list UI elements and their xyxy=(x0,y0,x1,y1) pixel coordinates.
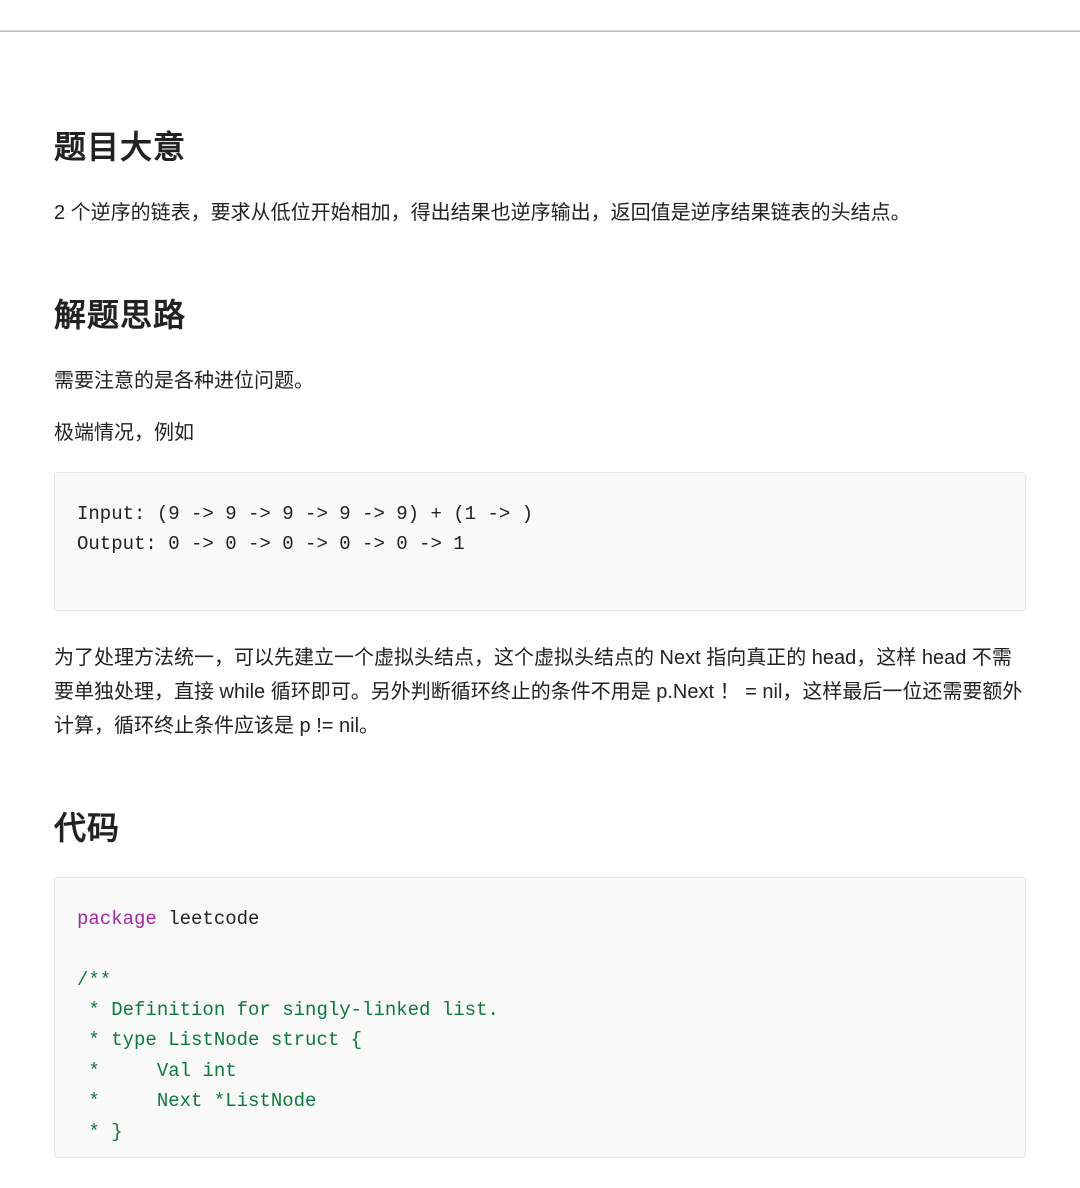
approach-paragraph-2: 极端情况，例如 xyxy=(54,416,1026,450)
heading-approach: 解题思路 xyxy=(54,290,1026,336)
approach-paragraph-3: 为了处理方法统一，可以先建立一个虚拟头结点，这个虚拟头结点的 Next 指向真正… xyxy=(54,641,1026,743)
document-body: 题目大意 2 个逆序的链表，要求从低位开始相加，得出结果也逆序输出，返回值是逆序… xyxy=(0,122,1080,1158)
meaning-paragraph-1: 2 个逆序的链表，要求从低位开始相加，得出结果也逆序输出，返回值是逆序结果链表的… xyxy=(54,196,1026,230)
solution-code-block: package leetcode /** * Definition for si… xyxy=(54,877,1026,1158)
heading-code: 代码 xyxy=(54,803,1026,849)
code-keyword-package: package xyxy=(77,908,157,930)
approach-paragraph-1: 需要注意的是各种进位问题。 xyxy=(54,364,1026,398)
code-package-name: leetcode xyxy=(157,908,260,930)
code-comment-block: /** * Definition for singly-linked list.… xyxy=(77,969,499,1143)
top-divider xyxy=(0,30,1080,32)
example-code-block: Input: (9 -> 9 -> 9 -> 9 -> 9) + (1 -> )… xyxy=(54,472,1026,611)
heading-meaning: 题目大意 xyxy=(54,122,1026,168)
